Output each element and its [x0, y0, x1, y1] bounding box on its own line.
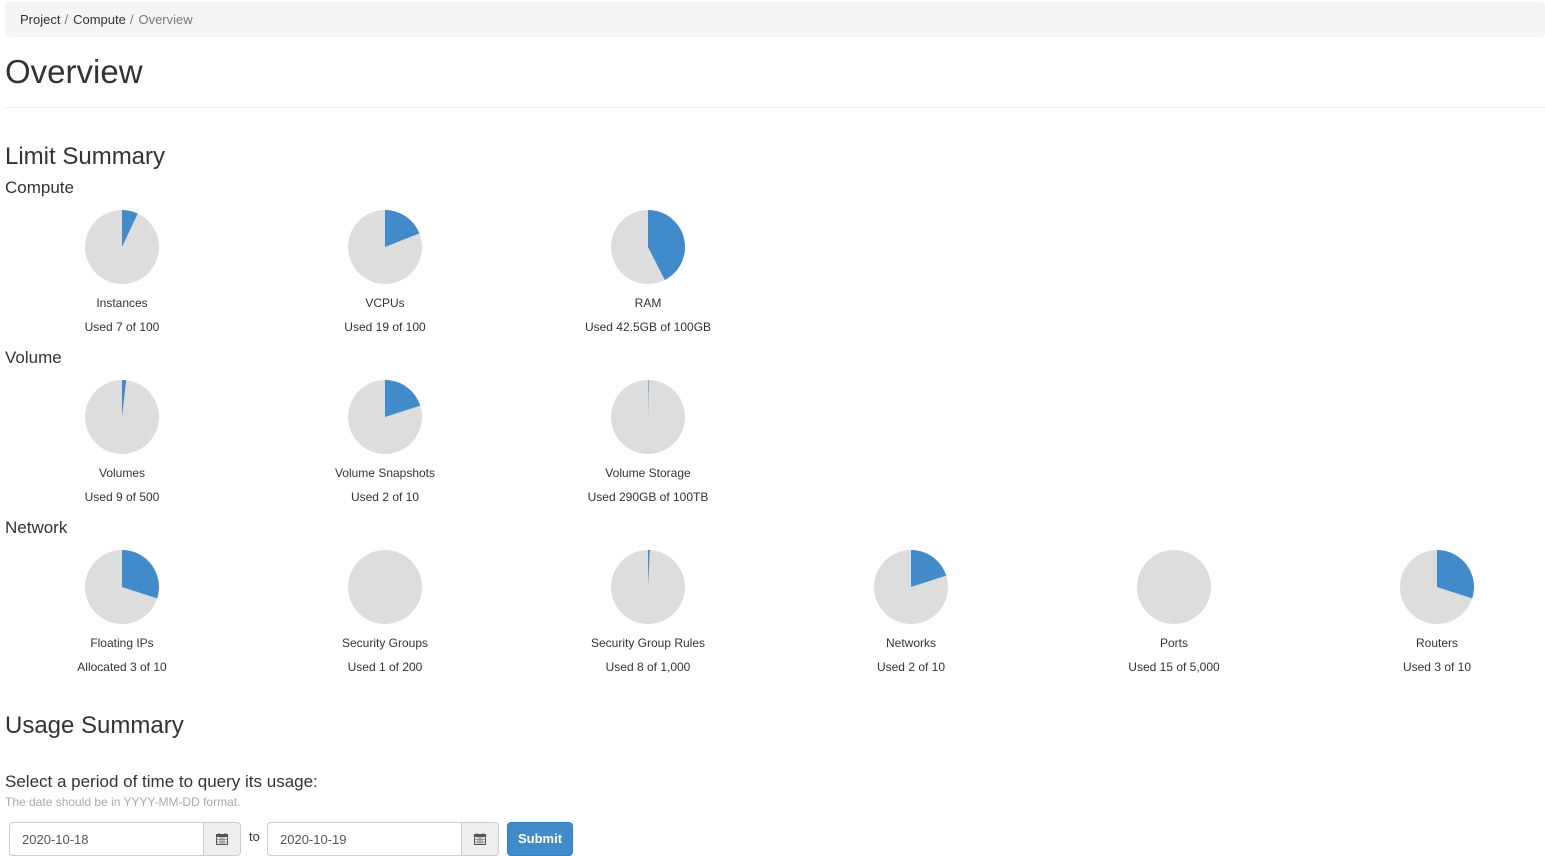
breadcrumb-compute[interactable]: Compute — [73, 12, 126, 27]
group-title-network: Network — [5, 518, 68, 537]
pie-chart — [85, 210, 159, 284]
pie-slice-free — [1137, 550, 1211, 624]
breadcrumb: Project / Compute / Overview — [5, 2, 1545, 37]
pie-chart — [348, 210, 422, 284]
pie-usage-text: Used 19 of 100 — [344, 320, 426, 334]
date-range-to-label: to — [249, 829, 260, 844]
pie-usage-text: Used 42.5GB of 100GB — [584, 320, 712, 334]
breadcrumb-separator: / — [64, 12, 69, 27]
pie-label: Volume Storage — [605, 466, 691, 480]
limit-pie-instances: Instances Used 7 of 100 — [22, 209, 222, 335]
breadcrumb-project[interactable]: Project — [20, 12, 60, 27]
pie-usage-text: Used 9 of 500 — [84, 490, 160, 504]
calendar-icon — [216, 833, 228, 845]
limit-pie-security-groups: Security Groups Used 1 of 200 — [285, 549, 485, 675]
limit-pie-floating-ips: Floating IPs Allocated 3 of 10 — [22, 549, 222, 675]
limit-summary-heading: Limit Summary — [5, 143, 166, 170]
pie-chart — [348, 380, 422, 454]
pie-usage-text: Used 3 of 10 — [1402, 660, 1472, 674]
group-title-volume: Volume — [5, 348, 62, 367]
start-date-input[interactable] — [9, 822, 203, 856]
end-date-input[interactable] — [267, 822, 461, 856]
limit-pie-ports: Ports Used 15 of 5,000 — [1074, 549, 1274, 675]
pie-slice-free — [348, 550, 422, 624]
usage-help-text: The date should be in YYYY-MM-DD format. — [5, 795, 241, 809]
pie-usage-text: Used 15 of 5,000 — [1128, 660, 1220, 674]
limit-pie-volume-snapshots: Volume Snapshots Used 2 of 10 — [285, 379, 485, 505]
pie-chart — [611, 210, 685, 284]
usage-summary-heading: Usage Summary — [5, 712, 184, 739]
divider — [5, 107, 1545, 108]
pie-label: Instances — [96, 296, 148, 310]
pie-label: VCPUs — [365, 296, 405, 310]
start-date-group — [9, 822, 241, 856]
pie-usage-text: Used 1 of 200 — [347, 660, 423, 674]
pie-chart — [85, 550, 159, 624]
pie-usage-text: Used 290GB of 100TB — [587, 490, 709, 504]
pie-chart — [611, 380, 685, 454]
limit-pie-routers: Routers Used 3 of 10 — [1337, 549, 1537, 675]
pie-label: Routers — [1415, 636, 1459, 650]
limit-pie-volume-storage: Volume Storage Used 290GB of 100TB — [548, 379, 748, 505]
pie-usage-text: Used 7 of 100 — [84, 320, 160, 334]
pie-label: Ports — [1159, 636, 1188, 650]
breadcrumb-overview: Overview — [138, 12, 193, 27]
pie-chart — [85, 380, 159, 454]
pie-chart — [348, 550, 422, 624]
pie-label: Security Group Rules — [590, 636, 706, 650]
pie-label: Volume Snapshots — [334, 466, 436, 480]
pie-usage-text: Used 8 of 1,000 — [605, 660, 691, 674]
pie-usage-text: Used 2 of 10 — [876, 660, 946, 674]
pie-chart — [611, 550, 685, 624]
pie-chart — [1400, 550, 1474, 624]
limit-pie-volumes: Volumes Used 9 of 500 — [22, 379, 222, 505]
pie-usage-text: Used 2 of 10 — [350, 490, 420, 504]
end-date-group — [267, 822, 499, 856]
pie-label: Volumes — [98, 466, 146, 480]
calendar-icon — [474, 833, 486, 845]
pie-label: Networks — [885, 636, 936, 650]
start-date-calendar-button[interactable] — [203, 822, 241, 856]
limit-pie-vcpus: VCPUs Used 19 of 100 — [285, 209, 485, 335]
usage-prompt: Select a period of time to query its usa… — [5, 772, 318, 791]
limit-pie-networks: Networks Used 2 of 10 — [811, 549, 1011, 675]
pie-usage-text: Allocated 3 of 10 — [77, 660, 167, 674]
pie-label: Floating IPs — [90, 636, 154, 650]
end-date-calendar-button[interactable] — [461, 822, 499, 856]
breadcrumb-separator: / — [129, 12, 134, 27]
pie-label: Security Groups — [341, 636, 429, 650]
group-title-compute: Compute — [5, 178, 74, 197]
page-title: Overview — [5, 53, 143, 90]
pie-chart — [1137, 550, 1211, 624]
submit-button[interactable]: Submit — [507, 822, 573, 856]
limit-pie-ram: RAM Used 42.5GB of 100GB — [548, 209, 748, 335]
pie-label: RAM — [634, 296, 662, 310]
pie-chart — [874, 550, 948, 624]
limit-pie-security-group-rules: Security Group Rules Used 8 of 1,000 — [548, 549, 748, 675]
